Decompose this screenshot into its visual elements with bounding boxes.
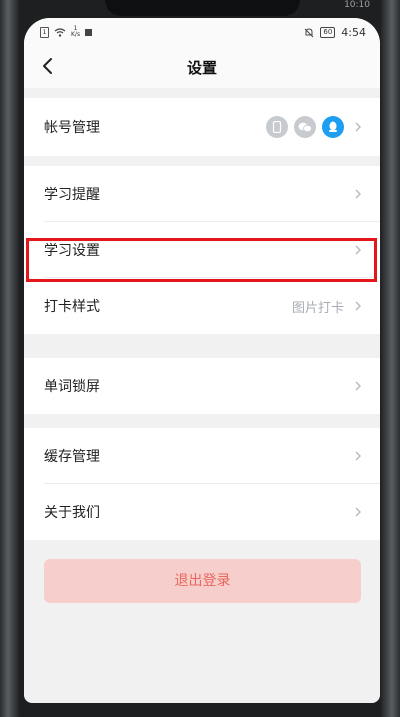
nav-bar: 设置 [24,46,380,88]
phone-icon [266,116,288,138]
chevron-right-icon [355,122,361,132]
study-reminder-row[interactable]: 学习提醒 [24,166,380,222]
phone-frame: 10:10 1 1 K/s 60 4:54 设置 帐号管理 学习提醒 学习设置 … [0,0,400,717]
sim-card-icon: 1 [40,26,49,38]
checkin-style-row[interactable]: 打卡样式 图片打卡 [24,278,380,334]
checkin-style-value: 图片打卡 [291,300,344,316]
checkin-style-label: 打卡样式 [44,299,100,315]
study-reminder-label: 学习提醒 [44,187,100,203]
notification-icon [85,28,93,36]
account-group: 帐号管理 [24,98,380,156]
about-us-row[interactable]: 关于我们 [24,484,380,540]
wifi-icon [54,27,66,37]
qq-icon [322,116,344,138]
cache-management-row[interactable]: 缓存管理 [24,428,380,484]
word-lockscreen-row[interactable]: 单词锁屏 [24,358,380,414]
account-management-row[interactable]: 帐号管理 [24,98,380,156]
lockscreen-group: 单词锁屏 [24,358,380,414]
page-title: 设置 [186,59,217,77]
chevron-right-icon [355,451,361,461]
linked-accounts [266,116,344,138]
highlight-box [26,238,377,282]
misc-group: 缓存管理 关于我们 [24,428,380,540]
chevron-right-icon [355,507,361,517]
chevron-right-icon [355,301,361,311]
network-speed: 1 K/s [71,25,81,38]
wechat-icon [294,116,316,138]
camera-notch [105,0,300,16]
battery-icon: 60 [320,27,336,38]
status-time: 4:54 [341,26,366,39]
cache-management-label: 缓存管理 [44,449,100,465]
status-bar: 1 1 K/s 60 4:54 [24,18,380,46]
about-us-label: 关于我们 [44,505,100,521]
logout-button[interactable]: 退出登录 [44,559,361,603]
background-clock: 10:10 [344,0,370,10]
chevron-right-icon [355,381,361,391]
mute-bell-icon [305,27,314,37]
account-management-label: 帐号管理 [44,120,100,136]
word-lockscreen-label: 单词锁屏 [44,379,100,395]
app-screen: 1 1 K/s 60 4:54 设置 帐号管理 学习提醒 学习设置 打卡样式 图… [24,18,380,703]
chevron-right-icon [355,189,361,199]
